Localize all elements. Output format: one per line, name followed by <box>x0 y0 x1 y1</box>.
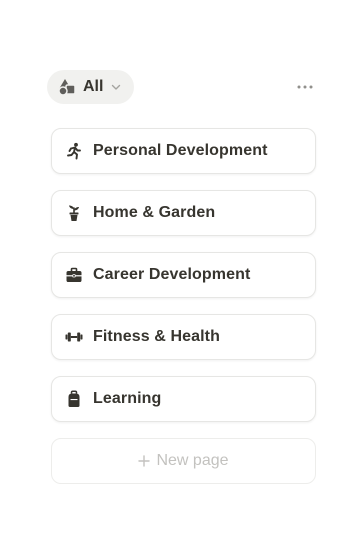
new-page-label: New page <box>156 452 229 469</box>
card-title: Career Development <box>93 266 251 283</box>
gallery-card-personal-development[interactable]: Personal Development <box>51 128 316 174</box>
new-page-button[interactable]: New page <box>51 438 316 484</box>
gallery-card-career-development[interactable]: Career Development <box>51 252 316 298</box>
shapes-icon <box>57 77 77 97</box>
gallery-card-fitness-health[interactable]: Fitness & Health <box>51 314 316 360</box>
card-title: Personal Development <box>93 142 268 159</box>
view-selector-label: All <box>83 78 104 95</box>
card-title: Fitness & Health <box>93 328 220 345</box>
view-selector-all[interactable]: All <box>47 70 135 104</box>
briefcase-icon <box>65 266 93 284</box>
view-bar: All <box>47 70 317 106</box>
person-running-icon <box>65 142 93 160</box>
potted-plant-icon <box>65 204 93 222</box>
card-title: Learning <box>93 390 162 407</box>
card-title: Home & Garden <box>93 204 216 221</box>
gallery-card-home-garden[interactable]: Home & Garden <box>51 190 316 236</box>
gallery-card-list: Personal Development Home & Garden Caree… <box>51 128 316 484</box>
gallery-card-learning[interactable]: Learning <box>51 376 316 422</box>
backpack-icon <box>65 390 93 408</box>
chevron-down-icon <box>109 81 122 93</box>
dumbbell-icon <box>65 328 93 346</box>
plus-icon <box>138 455 151 467</box>
more-options-button[interactable] <box>293 76 317 98</box>
more-horizontal-icon <box>297 85 313 89</box>
